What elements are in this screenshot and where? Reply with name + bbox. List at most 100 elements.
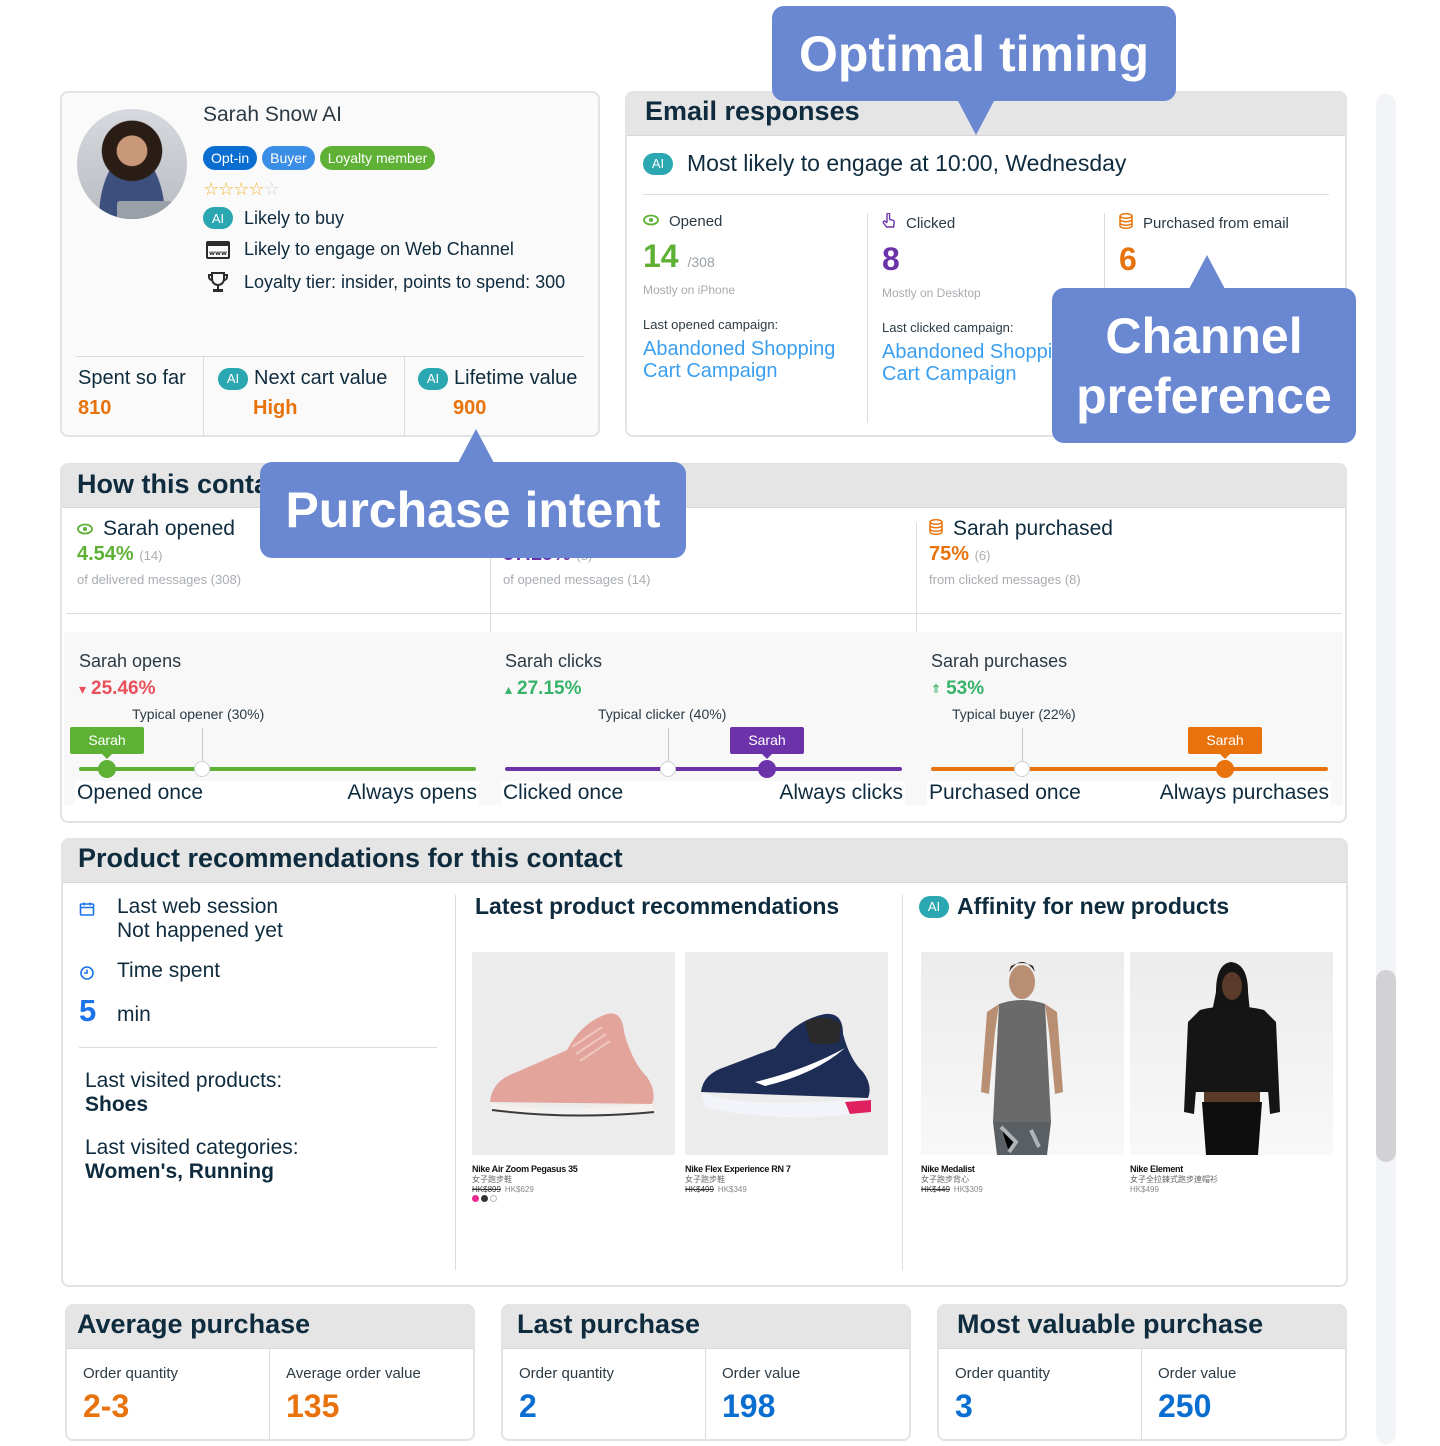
slider-max-label: Always purchases xyxy=(1159,781,1329,804)
sarah-flag: Sarah xyxy=(1188,727,1262,759)
star-filled-icon: ☆ xyxy=(218,179,234,199)
comparison-slider: Sarah clicks ▴ 27.15% Typical clicker (40%)… xyxy=(501,651,905,811)
svg-text:www: www xyxy=(209,249,227,257)
typical-marker xyxy=(1014,761,1030,777)
arrow-up-icon: ▴ xyxy=(505,680,513,697)
web-channel-icon: www xyxy=(203,240,233,259)
sarah-marker xyxy=(1216,760,1234,778)
average-purchase-title: Average purchase xyxy=(67,1306,473,1349)
slider-track xyxy=(931,767,1328,771)
product-card[interactable]: Nike Flex Experience RN 7 女子跑步鞋 HK$499 HK… xyxy=(685,952,888,1194)
scrollbar-thumb[interactable] xyxy=(1376,970,1396,1162)
swatch-black[interactable] xyxy=(481,1195,488,1202)
tag-buyer: Buyer xyxy=(262,146,315,170)
last-visited-products: Last visited products: Shoes xyxy=(85,1069,283,1116)
last-purchase-title: Last purchase xyxy=(503,1306,909,1349)
star-filled-icon: ☆ xyxy=(248,179,264,199)
calendar-icon xyxy=(79,895,99,943)
callout-purchase-intent: Purchase intent xyxy=(260,429,686,558)
color-swatches xyxy=(472,1195,675,1202)
contact-comparison-card: How this contact compares to others Sara… xyxy=(60,463,1347,823)
latest-recommendations-title: Latest product recommendations xyxy=(475,893,840,919)
change-indicator: ⇑ 53% xyxy=(931,678,985,699)
swatch-white[interactable] xyxy=(490,1195,497,1202)
tag-loyalty-member: Loyalty member xyxy=(319,146,436,170)
contact-tags: Opt-in Buyer Loyalty member xyxy=(203,146,436,170)
pink-running-shoe-image xyxy=(472,952,675,1155)
contact-name: Sarah Snow AI xyxy=(203,103,342,126)
grey-running-tank-image xyxy=(921,952,1124,1155)
product-card[interactable]: Nike Medalist 女子跑步背心 HK$449 HK$309 xyxy=(921,952,1124,1194)
slider-min-label: Opened once xyxy=(77,781,204,804)
time-spent-value: 5 min xyxy=(79,993,151,1028)
metric-purchased: Sarah purchased 75% (6) from clicked mes… xyxy=(929,517,1113,587)
pointer-icon xyxy=(882,212,896,233)
navy-running-shoe-image xyxy=(685,952,888,1155)
typical-marker xyxy=(660,761,676,777)
star-filled-icon: ☆ xyxy=(203,179,219,199)
swatch-pink[interactable] xyxy=(472,1195,479,1202)
slider-max-label: Always clicks xyxy=(779,781,903,804)
ai-badge: AI xyxy=(218,367,248,390)
coins-icon xyxy=(1119,213,1133,233)
comparison-slider: Sarah purchases ⇑ 53% Typical buyer (22%) Sa… xyxy=(927,651,1331,811)
last-web-session: Last web session Not happened yet xyxy=(79,895,439,943)
coins-icon xyxy=(929,517,943,541)
typical-marker xyxy=(194,761,210,777)
tag-opt-in: Opt-in xyxy=(203,146,258,170)
rating-stars: ☆☆☆☆☆ xyxy=(203,179,280,200)
callout-optimal-timing: Optimal timing xyxy=(772,6,1176,135)
contact-profile-card: Sarah Snow AI Opt-in Buyer Loyalty membe… xyxy=(60,91,600,437)
slider-min-label: Purchased once xyxy=(929,781,1081,804)
typical-label: Typical opener (30%) xyxy=(132,706,265,722)
arrow-up-icon: ⇑ xyxy=(931,682,942,696)
star-filled-icon: ☆ xyxy=(233,179,249,199)
black-running-hoodie-image xyxy=(1130,952,1333,1155)
sarah-marker xyxy=(98,760,116,778)
last-visited-categories: Last visited categories: Women's, Runnin… xyxy=(85,1136,299,1183)
stat-next-cart-value: AI Next cart value High xyxy=(204,357,405,435)
contact-value-stats: Spent so far 810 AI Next cart value High … xyxy=(76,356,584,435)
most-valuable-purchase-card: Most valuable purchase Order quantity 3 O… xyxy=(937,1304,1347,1441)
insight-web-channel: www Likely to engage on Web Channel xyxy=(203,239,514,260)
product-card[interactable]: Nike Air Zoom Pegasus 35 女子跑步鞋 HK$899 HK$… xyxy=(472,952,675,1202)
contact-comparison-title: How this contact compares to others xyxy=(62,465,1345,508)
sarah-marker xyxy=(758,760,776,778)
web-session-info: Last web session Not happened yet Time sp… xyxy=(79,895,439,1029)
ai-badge: AI xyxy=(203,207,233,229)
typical-label: Typical clicker (40%) xyxy=(598,706,727,722)
slider-min-label: Clicked once xyxy=(503,781,624,804)
slider-max-label: Always opens xyxy=(347,781,477,804)
time-spent: Time spent xyxy=(79,959,439,987)
typical-label: Typical buyer (22%) xyxy=(952,706,1076,722)
comparison-slider: Sarah opens ▾ 25.46% Typical opener (30%) Sa… xyxy=(70,651,479,811)
change-indicator: ▴ 27.15% xyxy=(505,678,582,699)
optimal-engagement-time: AI Most likely to engage at 10:00, Wedne… xyxy=(643,150,1126,177)
slider-title: Sarah purchases xyxy=(931,651,1068,671)
slider-title: Sarah clicks xyxy=(505,651,603,671)
insight-likely-to-buy: AI Likely to buy xyxy=(203,207,344,229)
ai-badge: AI xyxy=(643,152,673,175)
slider-track xyxy=(505,767,902,771)
contact-avatar xyxy=(77,109,187,219)
sarah-flag: Sarah xyxy=(730,727,804,759)
last-purchase-card: Last purchase Order quantity 2 Order valu… xyxy=(501,1304,911,1441)
ai-badge: AI xyxy=(919,895,949,918)
email-opened-column: Opened 14 /308 Mostly on iPhone Last ope… xyxy=(627,213,862,423)
product-card[interactable]: Nike Element 女子全拉鍊式跑步連帽衫 HK$499 xyxy=(1130,952,1333,1194)
product-recommendations-card: Product recommendations for this contact… xyxy=(61,838,1348,1287)
most-valuable-purchase-title: Most valuable purchase xyxy=(939,1306,1345,1349)
callout-channel-preference: Channel preference xyxy=(1052,255,1356,443)
stat-spent-so-far: Spent so far 810 xyxy=(76,357,204,435)
scrollbar-track[interactable] xyxy=(1376,94,1396,1444)
sarah-flag: Sarah xyxy=(70,727,144,759)
last-opened-campaign-link[interactable]: Abandoned Shopping Cart Campaign xyxy=(643,338,843,382)
star-empty-icon: ☆ xyxy=(263,179,280,199)
clock-icon xyxy=(79,959,99,987)
slider-track xyxy=(79,767,476,771)
slider-title: Sarah opens xyxy=(79,651,182,671)
affinity-title: AI Affinity for new products xyxy=(919,893,1229,920)
change-indicator: ▾ 25.46% xyxy=(79,678,156,699)
average-purchase-card: Average purchase Order quantity 2-3 Avera… xyxy=(65,1304,475,1441)
eye-icon xyxy=(77,517,93,541)
